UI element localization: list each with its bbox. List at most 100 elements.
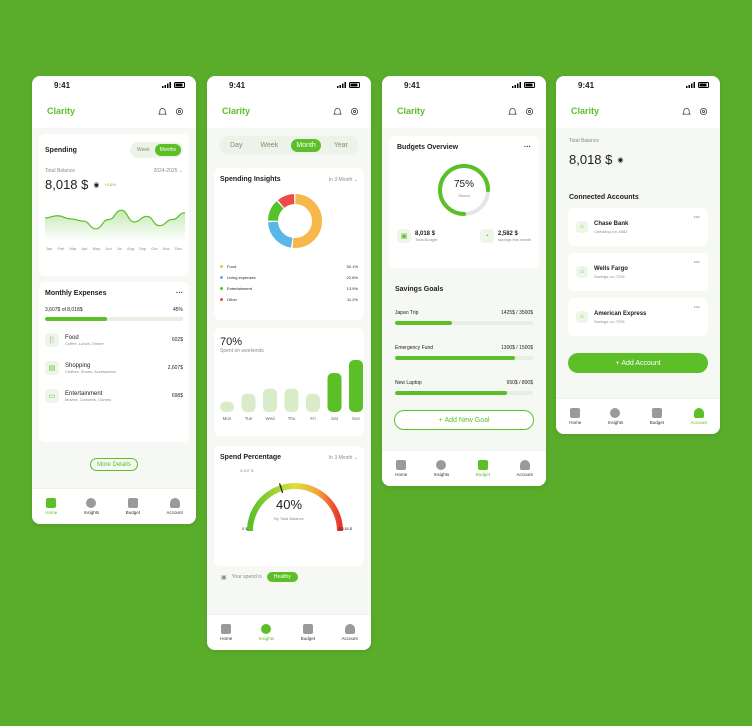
status-bar: 9:41	[207, 76, 371, 94]
bottom-nav: Home Insights Budget Account	[556, 398, 720, 434]
food-icon: 🍴	[45, 333, 59, 347]
nav-insights[interactable]: Insights	[84, 498, 99, 515]
goal-item[interactable]: New Laptop 650$ / 800$	[395, 380, 533, 395]
toggle-months[interactable]: Months	[154, 144, 181, 156]
pie-chart-icon	[436, 460, 447, 470]
savings-goals-title: Savings Goals	[395, 286, 444, 293]
nav-budget[interactable]: Budget	[476, 460, 490, 477]
account-subtitle: Checking •••• 4582	[594, 228, 628, 234]
wallet-icon	[302, 624, 313, 634]
more-icon[interactable]: ···	[694, 215, 700, 239]
nav-insights[interactable]: Insights	[259, 624, 274, 641]
spend-range[interactable]: In 3 Month ⌄	[329, 455, 358, 461]
gear-icon[interactable]	[350, 107, 359, 116]
nav-account[interactable]: Account	[516, 460, 533, 477]
nav-home[interactable]: Home	[220, 624, 232, 641]
month-label: Jun	[105, 246, 112, 251]
tab-month[interactable]: Month	[291, 139, 321, 152]
nav-home-label: Home	[569, 420, 582, 425]
goal-item[interactable]: Emergency Fund 1300$ / 1500$	[395, 345, 533, 360]
more-icon[interactable]: ···	[524, 144, 531, 151]
nav-insights[interactable]: Insights	[434, 460, 449, 477]
account-name: American Express	[594, 310, 647, 317]
eye-icon[interactable]: ◉	[93, 181, 99, 189]
bell-icon[interactable]	[158, 107, 167, 116]
legend-name: Living expenses	[227, 275, 256, 280]
expense-amount: 602$	[171, 337, 183, 343]
goal-amount: 1425$ / 3500$	[501, 310, 533, 316]
nav-home[interactable]: Home	[45, 498, 57, 515]
add-goal-button[interactable]: + Add New Goal	[394, 410, 534, 430]
status-icons	[686, 82, 710, 88]
day-bar	[284, 388, 299, 412]
insights-range[interactable]: In 3 Month ⌄	[329, 177, 358, 183]
nav-insights-label: Insights	[607, 420, 624, 425]
toggle-week[interactable]: Week	[132, 144, 155, 156]
gear-icon[interactable]	[175, 107, 184, 116]
gauge-min: 0 $	[242, 526, 248, 531]
legend-dot	[220, 276, 223, 279]
nav-budget[interactable]: Budget	[126, 498, 140, 515]
tab-day[interactable]: Day	[225, 139, 247, 152]
insights-content: Day Week Month Year Spending Insights In 3 M…	[207, 128, 371, 614]
more-icon[interactable]: ···	[694, 305, 700, 329]
status-time: 9:41	[404, 80, 421, 90]
gear-icon[interactable]	[699, 107, 708, 116]
budget-content: Budgets Overview ··· 75% Saved ▣ 8,018 $ To…	[382, 128, 546, 450]
tab-week[interactable]: Week	[256, 139, 284, 152]
month-label: Apr	[81, 246, 88, 251]
nav-account[interactable]: Account	[166, 498, 183, 515]
day-bar	[306, 393, 320, 412]
nav-budget-label: Budget	[125, 510, 140, 515]
status-bar: 9:41	[556, 76, 720, 94]
overview-title: Budgets Overview	[397, 144, 459, 151]
nav-budget[interactable]: Budget	[301, 624, 315, 641]
nav-home[interactable]: Home	[395, 460, 407, 477]
goal-progress	[395, 321, 533, 325]
spending-area-chart	[44, 209, 186, 241]
user-icon	[169, 498, 180, 508]
expense-item[interactable]: ▤ Shopping Clothes, Shoes, Accessories 2,…	[45, 361, 183, 375]
total-budget-value: 8,018 $	[415, 230, 436, 237]
bell-icon[interactable]	[508, 107, 517, 116]
more-icon[interactable]: ···	[176, 290, 183, 297]
monthly-savings: ◔ 2,582 $ savings this month	[479, 229, 531, 243]
add-account-button[interactable]: + Add Account	[568, 353, 708, 373]
more-icon[interactable]: ···	[694, 260, 700, 284]
more-details-button[interactable]: More Details	[90, 458, 138, 471]
shopping-bag-icon: ▤	[45, 361, 59, 375]
nav-budget[interactable]: Budget	[650, 408, 664, 425]
goal-item[interactable]: Japan Trip 1425$ / 3500$	[395, 310, 533, 325]
expense-subtitle: Movies, Concerts, Games	[65, 396, 112, 402]
tab-year[interactable]: Year	[329, 139, 353, 152]
spend-status-row: ▣ Your spend is Healthy	[221, 572, 298, 582]
bell-icon[interactable]	[682, 107, 691, 116]
app-header: Clarity	[32, 94, 196, 128]
nav-account[interactable]: Account	[690, 408, 707, 425]
chevron-down-icon: ⌄	[178, 168, 183, 174]
day-bar	[349, 360, 363, 412]
period-select[interactable]: 2024-2025 ⌄	[153, 168, 183, 174]
account-item[interactable]: ⌂ American Express Savings •••• 7291 ···	[568, 298, 708, 336]
legend-item: Food 52.1%	[220, 264, 358, 269]
goal-name: New Laptop	[395, 380, 422, 386]
pie-chart-icon	[261, 624, 272, 634]
expense-item[interactable]: ▭ Entertainment Movies, Concerts, Games 6…	[45, 389, 183, 403]
account-screen: 9:41 Clarity Total Balance 8,018 $ ◉ Conn…	[556, 76, 720, 434]
gear-icon[interactable]	[525, 107, 534, 116]
nav-account[interactable]: Account	[341, 624, 358, 641]
legend-dot	[220, 287, 223, 290]
connected-accounts-title: Connected Accounts	[569, 194, 639, 201]
expense-item[interactable]: 🍴 Food Coffee, Lunch, Dinner 602$	[45, 333, 183, 347]
eye-icon[interactable]: ◉	[617, 156, 623, 164]
account-subtitle: Savings •••• 7291	[594, 318, 625, 324]
account-item[interactable]: ⌂ Chase Bank Checking •••• 4582 ···	[568, 208, 708, 246]
account-item[interactable]: ⌂ Wells Fargo Savings •••• 7291 ···	[568, 253, 708, 291]
nav-insights[interactable]: Insights	[607, 408, 624, 425]
gauge-mid-value: 3,207 $	[240, 468, 254, 473]
status-time: 9:41	[229, 80, 246, 90]
wallet-icon: ▣	[397, 229, 411, 243]
bell-icon[interactable]	[333, 107, 342, 116]
nav-home[interactable]: Home	[569, 408, 581, 425]
add-goal-label: Add New Goal	[444, 416, 490, 424]
